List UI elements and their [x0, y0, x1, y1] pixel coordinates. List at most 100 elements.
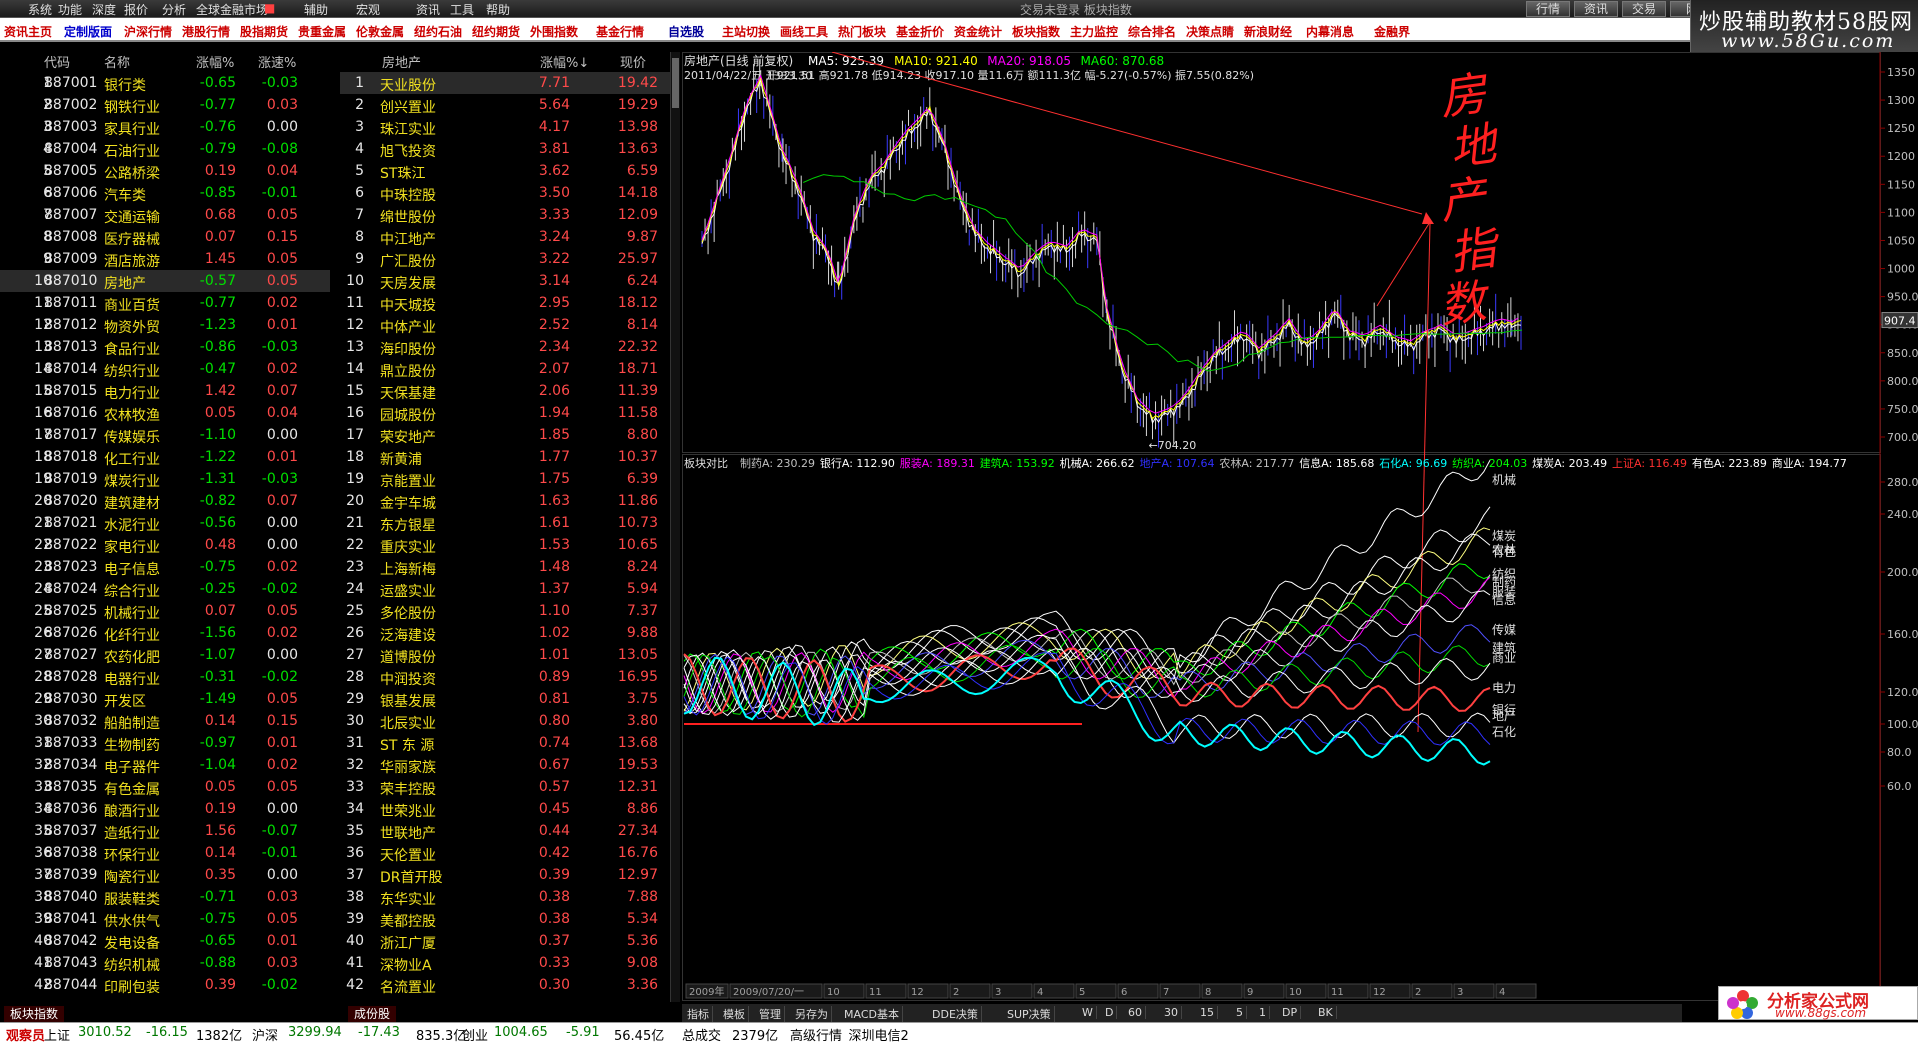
- table-row[interactable]: 9 887009 酒店旅游 1.45 0.05: [0, 248, 330, 270]
- table-row[interactable]: 20 金宇车城 1.63 11.86: [340, 490, 670, 512]
- table-row[interactable]: 32 华丽家族 0.67 19.53: [340, 754, 670, 776]
- table-row[interactable]: 20 887020 建筑建材 -0.82 0.07: [0, 490, 330, 512]
- toolbar-item-18[interactable]: 主力监控: [1070, 23, 1118, 40]
- toolbar-item-2[interactable]: 沪深行情: [124, 23, 172, 40]
- table-row[interactable]: 37 887039 陶瓷行业 0.35 0.00: [0, 864, 330, 886]
- table-row[interactable]: 3 887003 家具行业 -0.76 0.00: [0, 116, 330, 138]
- table-row[interactable]: 17 887017 传媒娱乐 -1.10 0.00: [0, 424, 330, 446]
- mid-header-0[interactable]: 房地产: [382, 52, 421, 71]
- menu-item-10[interactable]: 工具: [450, 1, 474, 18]
- top-right-button-0[interactable]: 行情: [1526, 1, 1570, 17]
- table-row[interactable]: 21 887021 水泥行业 -0.56 0.00: [0, 512, 330, 534]
- toolbar-item-10[interactable]: 基金行情: [596, 23, 644, 40]
- table-row[interactable]: 2 创兴置业 5.64 19.29: [340, 94, 670, 116]
- chart-tab-12[interactable]: 5: [1233, 1006, 1247, 1019]
- table-row[interactable]: 14 鼎立股份 2.07 18.71: [340, 358, 670, 380]
- menu-item-4[interactable]: 分析: [162, 1, 186, 18]
- menu-item-blank[interactable]: ■: [264, 1, 275, 15]
- left-header-1[interactable]: 名称: [104, 52, 130, 71]
- table-row[interactable]: 10 887010 房地产 -0.57 0.05: [0, 270, 330, 292]
- toolbar-item-0[interactable]: 资讯主页: [4, 23, 52, 40]
- mid-header-2[interactable]: 现价: [620, 52, 646, 71]
- table-row[interactable]: 10 天房发展 3.14 6.24: [340, 270, 670, 292]
- table-row[interactable]: 4 旭飞投资 3.81 13.63: [340, 138, 670, 160]
- table-row[interactable]: 26 泛海建设 1.02 9.88: [340, 622, 670, 644]
- table-row[interactable]: 12 中体产业 2.52 8.14: [340, 314, 670, 336]
- table-row[interactable]: 40 浙江广厦 0.37 5.36: [340, 930, 670, 952]
- toolbar-item-5[interactable]: 贵重金属: [298, 23, 346, 40]
- toolbar-item-6[interactable]: 伦敦金属: [356, 23, 404, 40]
- table-row[interactable]: 26 887026 化纤行业 -1.56 0.02: [0, 622, 330, 644]
- table-row[interactable]: 18 新黄浦 1.77 10.37: [340, 446, 670, 468]
- toolbar-item-13[interactable]: 画线工具: [780, 23, 828, 40]
- left-header-2[interactable]: 涨幅%: [196, 52, 234, 71]
- table-row[interactable]: 31 887033 生物制药 -0.97 0.01: [0, 732, 330, 754]
- table-row[interactable]: 28 中润投资 0.89 16.95: [340, 666, 670, 688]
- table-row[interactable]: 24 887024 综合行业 -0.25 -0.02: [0, 578, 330, 600]
- left-header-0[interactable]: 代码: [44, 52, 70, 71]
- table-row[interactable]: 35 887037 造纸行业 1.56 -0.07: [0, 820, 330, 842]
- table-row[interactable]: 34 887036 酿酒行业 0.19 0.00: [0, 798, 330, 820]
- table-row[interactable]: 13 887013 食品行业 -0.86 -0.03: [0, 336, 330, 358]
- table-row[interactable]: 12 887012 物资外贸 -1.23 0.01: [0, 314, 330, 336]
- table-row[interactable]: 38 东华实业 0.38 7.88: [340, 886, 670, 908]
- table-row[interactable]: 15 天保基建 2.06 11.39: [340, 380, 670, 402]
- tab-constituents[interactable]: 成份股: [348, 1006, 397, 1022]
- table-row[interactable]: 42 名流置业 0.30 3.36: [340, 974, 670, 996]
- toolbar-item-7[interactable]: 纽约石油: [414, 23, 462, 40]
- table-row[interactable]: 30 北辰实业 0.80 3.80: [340, 710, 670, 732]
- menu-item-5[interactable]: 全球金融市场: [196, 1, 268, 18]
- table-row[interactable]: 23 887023 电子信息 -0.75 0.02: [0, 556, 330, 578]
- table-row[interactable]: 4 887004 石油行业 -0.79 -0.08: [0, 138, 330, 160]
- table-row[interactable]: 11 887011 商业百货 -0.77 0.02: [0, 292, 330, 314]
- toolbar-item-8[interactable]: 纽约期货: [472, 23, 520, 40]
- left-header-3[interactable]: 涨速%: [258, 52, 296, 71]
- chart-tab-9[interactable]: 60: [1125, 1006, 1146, 1019]
- toolbar-item-12[interactable]: 主站切换: [722, 23, 770, 40]
- table-row[interactable]: 24 运盛实业 1.37 5.94: [340, 578, 670, 600]
- table-row[interactable]: 27 887027 农药化肥 -1.07 0.00: [0, 644, 330, 666]
- table-row[interactable]: 19 京能置业 1.75 6.39: [340, 468, 670, 490]
- table-row[interactable]: 9 广汇股份 3.22 25.97: [340, 248, 670, 270]
- toolbar-item-1[interactable]: 定制版面: [64, 23, 112, 40]
- menu-item-9[interactable]: 资讯: [416, 1, 440, 18]
- chart-tab-6[interactable]: SUP决策: [1004, 1006, 1055, 1022]
- chart-tab-1[interactable]: 模板: [720, 1006, 749, 1022]
- toolbar-item-19[interactable]: 综合排名: [1128, 23, 1176, 40]
- toolbar-item-15[interactable]: 基金折价: [896, 23, 944, 40]
- table-row[interactable]: 36 887038 环保行业 0.14 -0.01: [0, 842, 330, 864]
- chart-tab-2[interactable]: 管理: [756, 1006, 785, 1022]
- table-row[interactable]: 36 天伦置业 0.42 16.76: [340, 842, 670, 864]
- toolbar-item-20[interactable]: 决策点睛: [1186, 23, 1234, 40]
- menu-item-2[interactable]: 深度: [92, 1, 116, 18]
- mid-header-1[interactable]: 涨幅%↓: [540, 52, 589, 71]
- chart-area[interactable]: 房地产(日线 前复权) MA5: 925.39 MA10: 921.40 MA20: …: [682, 52, 1918, 1002]
- table-row[interactable]: 21 东方银星 1.61 10.73: [340, 512, 670, 534]
- table-row[interactable]: 16 园城股份 1.94 11.58: [340, 402, 670, 424]
- table-row[interactable]: 25 887025 机械行业 0.07 0.05: [0, 600, 330, 622]
- menu-item-8[interactable]: 宏观: [356, 1, 380, 18]
- table-row[interactable]: 33 荣丰控股 0.57 12.31: [340, 776, 670, 798]
- table-row[interactable]: 3 珠江实业 4.17 13.98: [340, 116, 670, 138]
- chart-tab-3[interactable]: 另存为: [792, 1006, 832, 1022]
- table-row[interactable]: 6 887006 汽车类 -0.85 -0.01: [0, 182, 330, 204]
- table-row[interactable]: 6 中珠控股 3.50 14.18: [340, 182, 670, 204]
- menu-item-7[interactable]: 辅助: [304, 1, 328, 18]
- table-row[interactable]: 25 多伦股份 1.10 7.37: [340, 600, 670, 622]
- chart-tab-15[interactable]: BK: [1315, 1006, 1337, 1019]
- table-row[interactable]: 1 天业股份 7.71 19.42: [340, 72, 670, 94]
- chart-tab-8[interactable]: D: [1102, 1006, 1118, 1019]
- table-row[interactable]: 19 887019 煤炭行业 -1.31 -0.03: [0, 468, 330, 490]
- table-row[interactable]: 35 世联地产 0.44 27.34: [340, 820, 670, 842]
- toolbar-item-16[interactable]: 资金统计: [954, 23, 1002, 40]
- toolbar-item-9[interactable]: 外围指数: [530, 23, 578, 40]
- table-row[interactable]: 37 DR首开股 0.39 12.97: [340, 864, 670, 886]
- table-row[interactable]: 40 887042 发电设备 -0.65 0.01: [0, 930, 330, 952]
- table-row[interactable]: 32 887034 电子器件 -1.04 0.02: [0, 754, 330, 776]
- table-row[interactable]: 7 绵世股份 3.33 12.09: [340, 204, 670, 226]
- chart-tab-4[interactable]: MACD基本: [841, 1006, 903, 1022]
- toolbar-item-17[interactable]: 板块指数: [1012, 23, 1060, 40]
- chart-tab-11[interactable]: 15: [1197, 1006, 1218, 1019]
- table-row[interactable]: 29 887030 开发区 -1.49 0.05: [0, 688, 330, 710]
- table-row[interactable]: 5 ST珠江 3.62 6.59: [340, 160, 670, 182]
